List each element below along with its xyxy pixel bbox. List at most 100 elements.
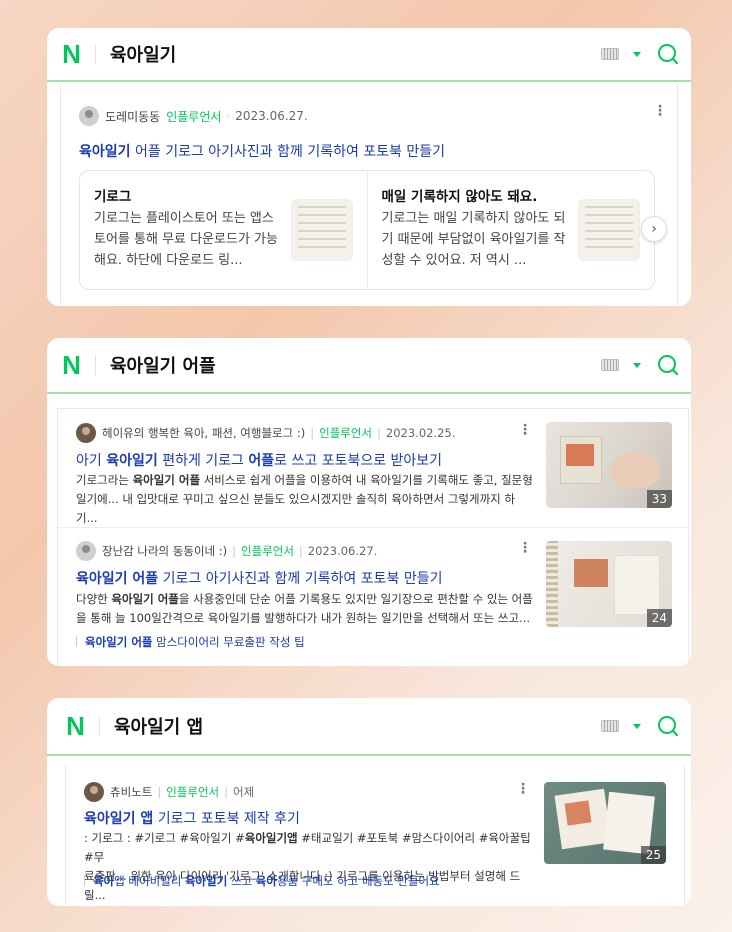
chevron-down-icon[interactable]: [633, 723, 641, 729]
title-text: 아기: [76, 453, 107, 469]
sub-content-card[interactable]: 매일 기록하지 않아도 돼요. 기로그는 매일 기록하지 않아도 되기 때문에 …: [366, 171, 655, 289]
divider: [95, 44, 96, 64]
tag-highlight: 육아: [93, 874, 115, 888]
divider: [76, 636, 77, 647]
divider: [99, 716, 100, 736]
sub-content-card[interactable]: 기로그 기로그는 플레이스토어 또는 앱스토어를 통해 무료 다운로드가 가능해…: [80, 171, 367, 289]
more-options-icon[interactable]: ⋮: [518, 541, 532, 555]
snippet-text: 기로그라는: [76, 473, 133, 487]
divider: [95, 355, 96, 375]
chevron-down-icon[interactable]: [633, 362, 641, 368]
result-thumbnail[interactable]: 24: [546, 541, 672, 627]
sub-thumbnail[interactable]: [290, 199, 353, 261]
result-panel: 츄비노트 | 인플루언서 | 어제 ⋮ 육아일기 앱 기로그 포토북 제작 후기…: [65, 764, 685, 906]
result-thumbnail[interactable]: 25: [544, 782, 666, 864]
search-card-2: N 육아일기 어플 헤이유의 행복한 육아, 패션, 여행블로그 :) | 인플…: [47, 338, 691, 666]
snippet-text: 다양한: [76, 592, 112, 606]
author-name[interactable]: 헤이유의 행복한 육아, 패션, 여행블로그 :): [102, 425, 305, 441]
search-icon[interactable]: [657, 354, 679, 376]
result-title[interactable]: 아기 육아일기 편하게 기로그 어플로 쓰고 포토북으로 받아보기: [76, 450, 442, 470]
search-query[interactable]: 육아일기: [110, 41, 601, 67]
author-name[interactable]: 장난감 나라의 동동이네 :): [102, 543, 227, 559]
title-text: 로 쓰고 포토북으로 받아보기: [274, 453, 443, 469]
sub-text: 기로그는 매일 기록하지 않아도 되기 때문에 부담없이 육아일기를 작성할 수…: [381, 211, 566, 268]
author-name[interactable]: 도레미동동: [105, 108, 160, 125]
influencer-badge[interactable]: 인플루언서: [166, 784, 219, 800]
keyboard-icon[interactable]: [601, 48, 619, 60]
tag-text: 쓰고: [227, 874, 256, 888]
post-date: 2023.06.27.: [235, 109, 308, 123]
avatar[interactable]: [76, 541, 96, 561]
snippet-text: 을 통해 늘 100일간격으로 육아일기를 발행하다가 내가 원하는 일기만을 …: [76, 611, 531, 625]
post-date: 2023.02.25.: [385, 426, 456, 440]
snippet-text: 서비스로 쉽게 어플을 이용하여 내 육아일기를 기록해도 좋고, 질문형: [200, 473, 533, 487]
more-options-icon[interactable]: ⋮: [516, 782, 530, 796]
snippet-highlight: 육아일기 어플: [111, 592, 179, 606]
divider: [84, 875, 85, 886]
title-highlight: 육아일기 어플: [76, 571, 159, 587]
keyboard-icon[interactable]: [601, 359, 619, 371]
search-query[interactable]: 육아일기 어플: [110, 352, 601, 378]
chevron-right-icon[interactable]: ›: [641, 216, 667, 242]
snippet-text: 을 사용중인데 단순 어플 기록용도 있지만 일기장으로 편찬할 수 있는 어플: [178, 592, 533, 606]
chevron-down-icon[interactable]: [633, 51, 641, 57]
influencer-badge[interactable]: 인플루언서: [166, 108, 221, 125]
search-icon[interactable]: [657, 43, 679, 65]
avatar[interactable]: [79, 106, 99, 126]
influencer-badge[interactable]: 인플루언서: [241, 543, 294, 559]
result-snippet: 다양한 육아일기 어플을 사용중인데 단순 어플 기록용도 있지만 일기장으로 …: [76, 590, 536, 628]
search-bar[interactable]: N 육아일기 어플: [47, 338, 691, 394]
result-panel: 헤이유의 행복한 육아, 패션, 여행블로그 :) | 인플루언서 | 2023…: [57, 408, 689, 666]
title-highlight: 육아일기 앱: [84, 811, 154, 827]
search-bar[interactable]: N 육아일기 앱: [47, 698, 691, 756]
separator-dot: |: [224, 785, 228, 799]
naver-logo[interactable]: N: [63, 711, 87, 742]
image-count: 24: [646, 609, 672, 627]
post-date: 2023.06.27.: [307, 544, 378, 558]
separator-dot: |: [298, 544, 303, 558]
tag-text: 맘스다이어리 무료출판 작성 팁: [152, 635, 305, 649]
snippet-highlight: 육아일기앱: [244, 831, 298, 845]
result-meta: 장난감 나라의 동동이네 :) | 인플루언서 | 2023.06.27.: [76, 541, 377, 561]
title-text: 기로그 포토북 제작 후기: [153, 811, 300, 827]
naver-logo[interactable]: N: [59, 350, 83, 381]
more-options-icon[interactable]: ⋮: [518, 423, 532, 437]
keyboard-icon[interactable]: [601, 720, 619, 732]
snippet-text: 일기에... 내 입맛대로 꾸미고 싶으신 분들도 있으시겠지만 솔직히 육아하…: [76, 492, 515, 525]
result-title[interactable]: 육아일기 어플 기로그 아기사진과 함께 기록하여 포토북 만들기: [76, 568, 442, 588]
influencer-badge[interactable]: 인플루언서: [319, 425, 372, 441]
tag-text: 앱 베이비빌리: [114, 874, 185, 888]
result-snippet: : 기로그 : #기로그 #육아일기 #육아일기앱 #태교일기 #포토북 #맘스…: [84, 829, 534, 905]
tag-text: 용품 구매도 하고 베동도 만들어요: [276, 874, 440, 888]
search-icon[interactable]: [657, 715, 679, 737]
image-count: 33: [646, 490, 672, 508]
separator-dot: |: [232, 544, 237, 558]
title-highlight: 육아일기: [79, 144, 131, 160]
related-tags[interactable]: 육아일기 어플 맘스다이어리 무료출판 작성 팁: [76, 634, 305, 650]
post-date: 어제: [232, 785, 255, 799]
result-thumbnail[interactable]: 33: [546, 422, 672, 508]
sub-content-carousel: 기로그 기로그는 플레이스토어 또는 앱스토어를 통해 무료 다운로드가 가능해…: [79, 170, 655, 290]
title-highlight: 어플: [248, 453, 275, 469]
related-tags[interactable]: 육아앱 베이비빌리 육아일기 쓰고 육아용품 구매도 하고 베동도 만들어요: [84, 873, 440, 889]
result-meta: 도레미동동 인플루언서 · 2023.06.27.: [79, 106, 308, 126]
author-name[interactable]: 츄비노트: [110, 784, 152, 800]
title-text: 기로그 아기사진과 함께 기록하여 포토북 만들기: [158, 571, 443, 587]
sub-thumbnail[interactable]: [578, 199, 640, 261]
separator-dot: ·: [226, 109, 231, 123]
search-query[interactable]: 육아일기 앱: [114, 713, 601, 739]
result-panel: 도레미동동 인플루언서 · 2023.06.27. ⋮ 육아일기 어플 기로그 …: [60, 84, 678, 306]
tag-highlight: 육아: [255, 874, 277, 888]
result-snippet: 기로그라는 육아일기 어플 서비스로 쉽게 어플을 이용하여 내 육아일기를 기…: [76, 471, 536, 528]
search-card-1: N 육아일기 도레미동동 인플루언서 · 2023.06.27. ⋮ 육아일기 …: [47, 28, 691, 306]
result-title[interactable]: 육아일기 어플 기로그 아기사진과 함께 기록하여 포토북 만들기: [79, 141, 445, 161]
result-title[interactable]: 육아일기 앱 기로그 포토북 제작 후기: [84, 808, 300, 828]
more-options-icon[interactable]: ⋮: [653, 104, 667, 118]
avatar[interactable]: [84, 782, 104, 802]
avatar[interactable]: [76, 423, 96, 443]
result-meta: 츄비노트 | 인플루언서 | 어제: [84, 782, 254, 802]
tag-highlight: 육아일기 어플: [85, 635, 153, 649]
naver-logo[interactable]: N: [59, 39, 83, 70]
search-bar[interactable]: N 육아일기: [47, 28, 691, 82]
separator-dot: |: [310, 426, 315, 440]
